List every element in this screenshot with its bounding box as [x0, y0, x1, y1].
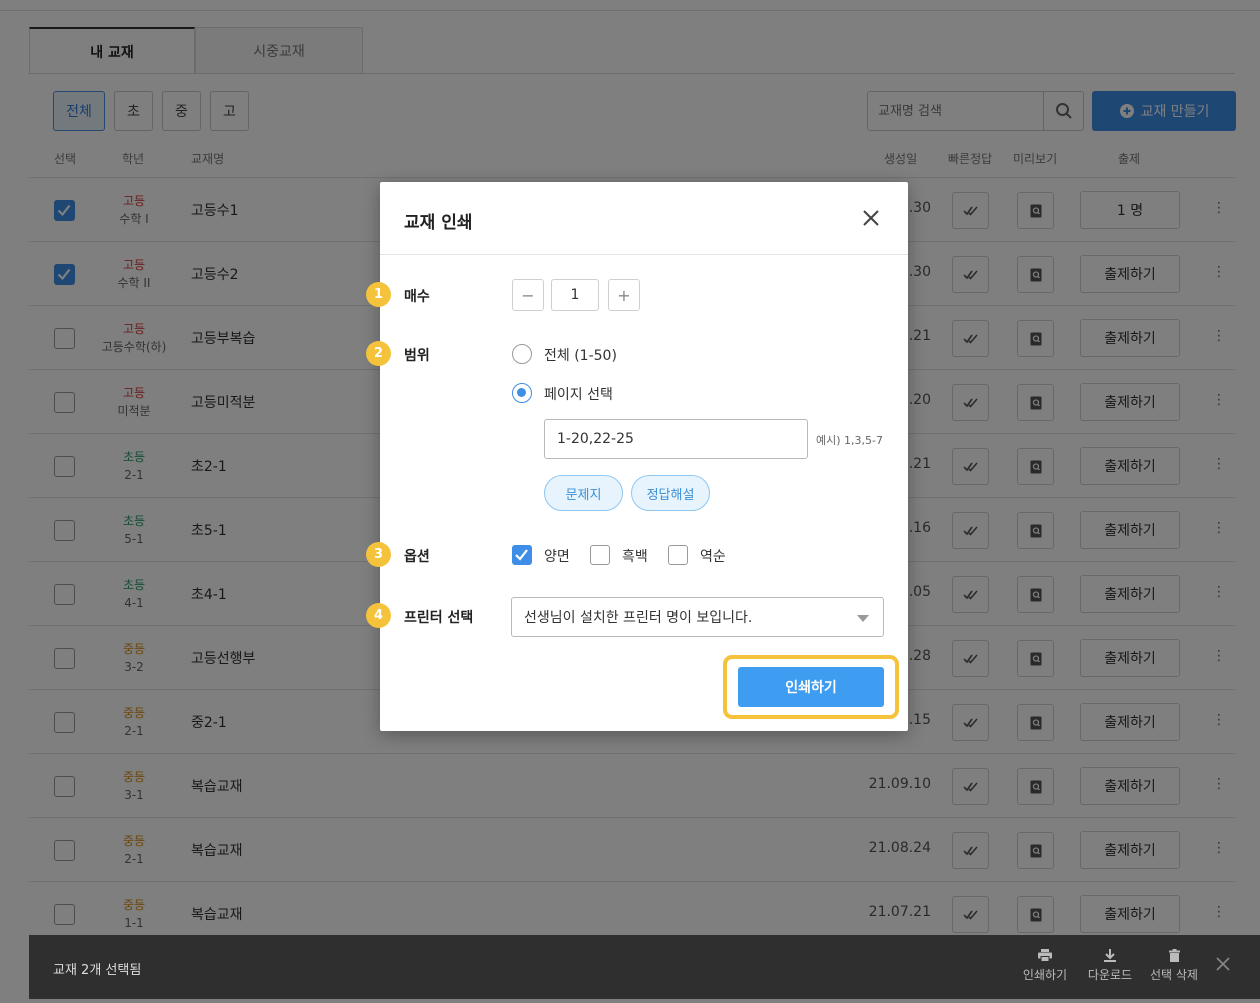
- dialog-divider: [380, 254, 908, 255]
- bulk-download-label: 다운로드: [1087, 968, 1133, 982]
- bulk-print-label: 인쇄하기: [1022, 968, 1068, 982]
- page-range-input[interactable]: [544, 419, 808, 459]
- bulk-print-button[interactable]: 인쇄하기: [1015, 949, 1075, 983]
- grayscale-label: 흑백: [622, 549, 648, 565]
- duplex-checkbox[interactable]: [512, 545, 532, 565]
- page-range-hint: 예시) 1,3,5-7: [816, 434, 883, 447]
- trash-icon: [1168, 949, 1180, 962]
- bulk-download-button[interactable]: 다운로드: [1080, 949, 1140, 983]
- print-dialog: 교재 인쇄 1 매수 − 1 + 2 범위 전체 (1-50) 페이지 선택 예…: [366, 182, 908, 731]
- chevron-down-icon: [857, 615, 869, 622]
- selection-bar: 교재 2개 선택됨 인쇄하기 다운로드 선택 삭제: [29, 935, 1260, 999]
- duplex-label: 양면: [544, 549, 570, 565]
- step-badge-4: 4: [366, 603, 391, 628]
- close-icon[interactable]: [862, 209, 880, 227]
- step-badge-1: 1: [366, 282, 391, 307]
- printer-label: 프린터 선택: [404, 610, 474, 626]
- range-all-radio[interactable]: [512, 344, 532, 364]
- download-icon: [1104, 949, 1116, 962]
- copies-decrease-button[interactable]: −: [512, 279, 544, 311]
- grayscale-checkbox[interactable]: [590, 545, 610, 565]
- bulk-delete-button[interactable]: 선택 삭제: [1144, 949, 1204, 983]
- range-pages-label: 페이지 선택: [544, 387, 613, 403]
- selection-count: 교재 2개 선택됨: [53, 963, 142, 978]
- range-all-label: 전체 (1-50): [544, 348, 617, 364]
- copies-value-field[interactable]: 1: [551, 279, 599, 311]
- reverse-checkbox[interactable]: [668, 545, 688, 565]
- printer-select-value: 선생님이 설치한 프린터 명이 보입니다.: [524, 610, 753, 626]
- printer-select[interactable]: 선생님이 설치한 프린터 명이 보입니다.: [511, 597, 884, 637]
- step-badge-2: 2: [366, 341, 391, 366]
- range-label: 범위: [404, 348, 430, 364]
- print-button[interactable]: 인쇄하기: [738, 667, 884, 707]
- problems-toggle[interactable]: 문제지: [544, 475, 623, 511]
- copies-label: 매수: [404, 289, 430, 305]
- reverse-label: 역순: [700, 549, 726, 565]
- step-badge-3: 3: [366, 542, 391, 567]
- check-icon: [515, 549, 528, 561]
- copies-increase-button[interactable]: +: [608, 279, 640, 311]
- options-label: 옵션: [404, 549, 430, 565]
- range-pages-radio[interactable]: [512, 383, 532, 403]
- bulk-delete-label: 선택 삭제: [1150, 968, 1198, 982]
- close-bar-icon[interactable]: [1216, 957, 1230, 971]
- printer-icon: [1038, 949, 1052, 962]
- answers-toggle[interactable]: 정답해설: [631, 475, 710, 511]
- dialog-title: 교재 인쇄: [404, 213, 473, 233]
